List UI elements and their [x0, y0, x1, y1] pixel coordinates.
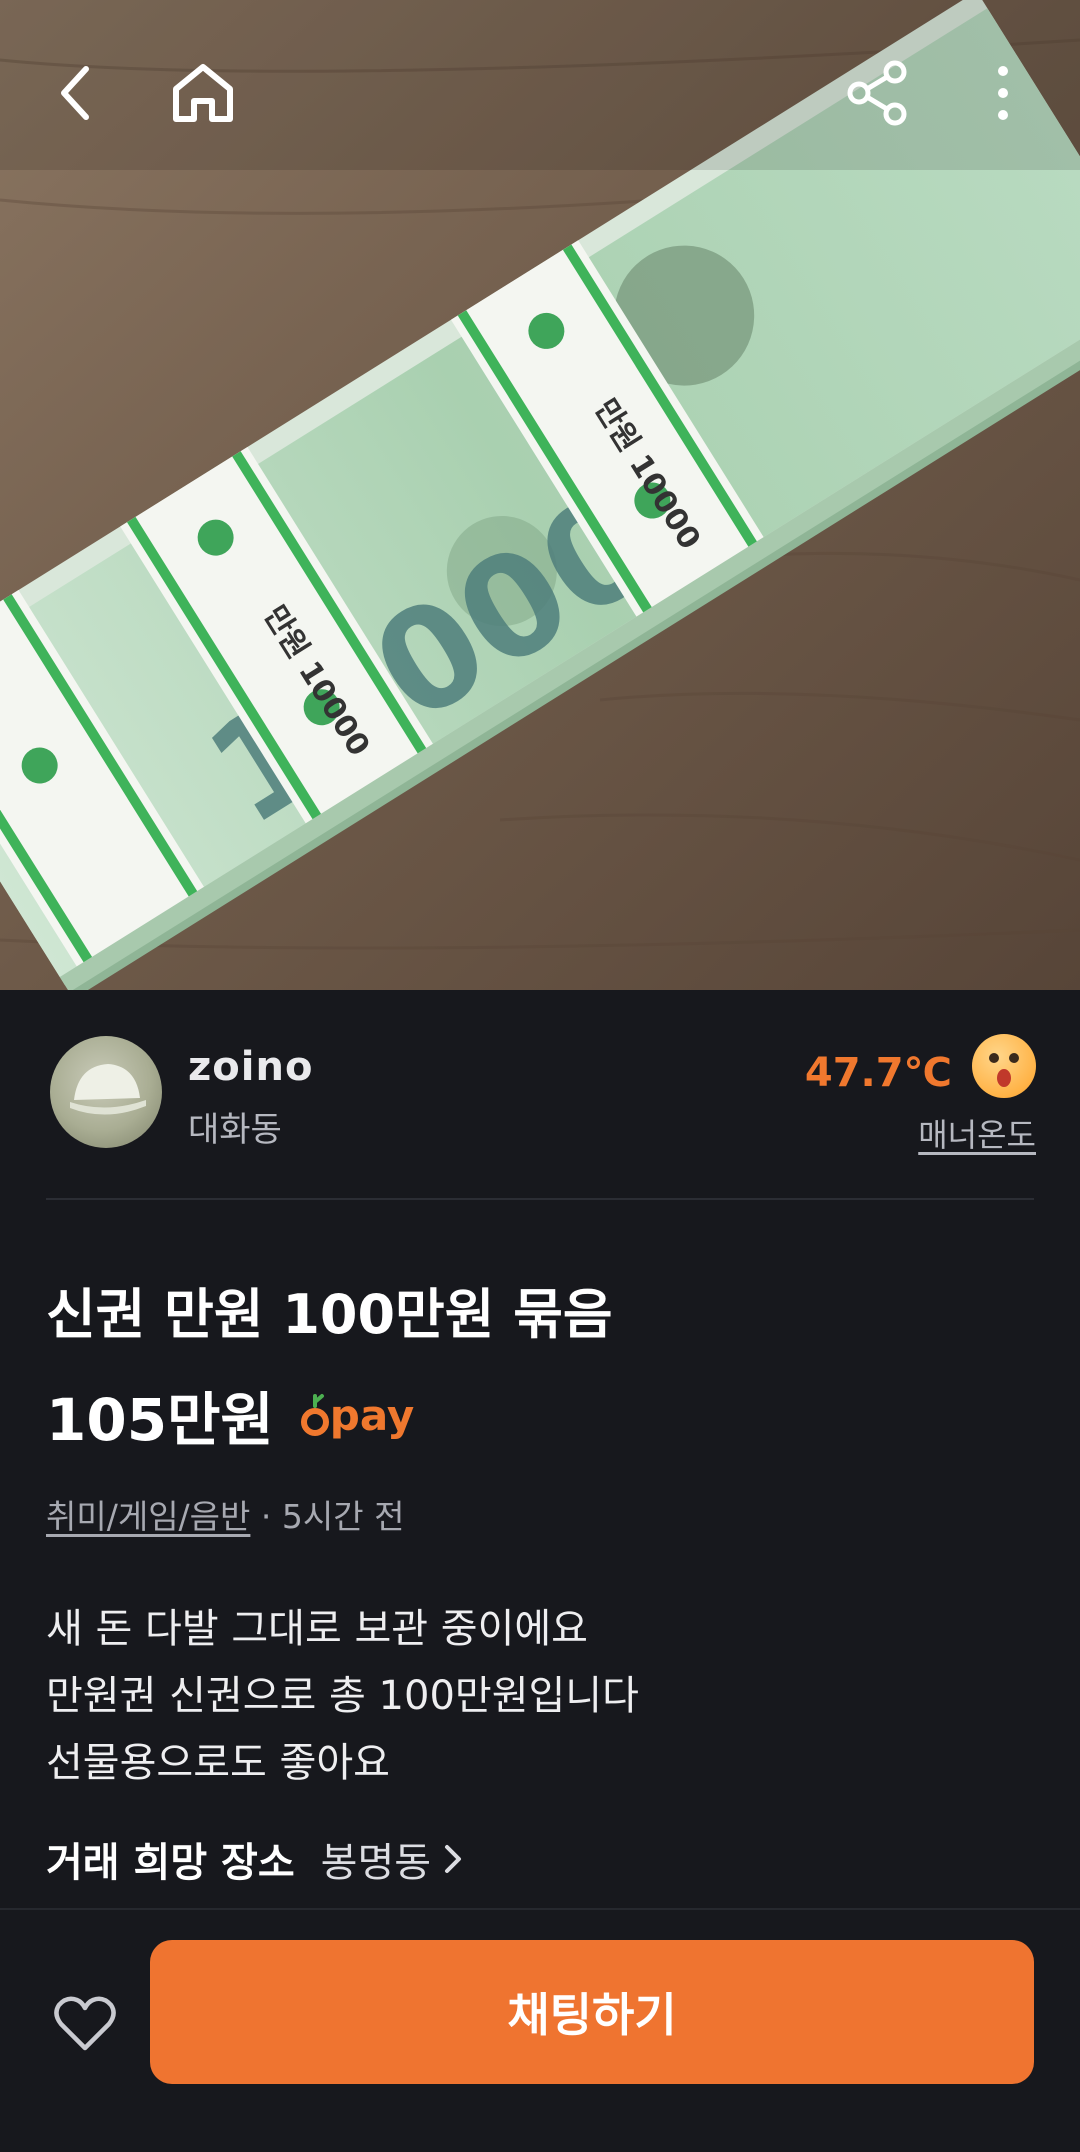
- pay-label: pay: [329, 1390, 415, 1440]
- description-line: 선물용으로도 좋아요: [46, 1740, 390, 1786]
- posted-time: · 5시간 전: [260, 1497, 405, 1536]
- product-photo[interactable]: 10000 만원 10000 만원 10000: [0, 0, 1080, 990]
- product-meta: 취미/게임/음반 · 5시간 전: [46, 1490, 404, 1538]
- trade-place-row[interactable]: 거래 희망 장소 봉명동: [46, 1830, 465, 1888]
- temperature-label[interactable]: 매너온도: [918, 1110, 1036, 1156]
- home-icon[interactable]: [158, 48, 248, 138]
- chat-button[interactable]: 채팅하기: [150, 1940, 1034, 2084]
- like-button[interactable]: [40, 1978, 130, 2068]
- trade-place-value[interactable]: 봉명동: [321, 1830, 431, 1888]
- product-price: 105만원: [46, 1386, 274, 1454]
- manner-temperature[interactable]: 47.7℃ 매너온도: [736, 1030, 1036, 1160]
- seller-location: 대화동: [188, 1110, 282, 1150]
- seller-profile[interactable]: zoino 대화동 47.7℃ 매너온도: [46, 1030, 1036, 1160]
- back-arrow-icon[interactable]: [32, 48, 122, 138]
- chevron-right-icon: [445, 1845, 462, 1873]
- temperature-value: 47.7℃: [804, 1050, 952, 1096]
- price-row: 105만원 pay: [46, 1380, 415, 1454]
- top-navigation-bar: [0, 0, 1080, 190]
- cap-avatar-image: [70, 1064, 146, 1115]
- share-icon[interactable]: [833, 48, 923, 138]
- heart-icon: [54, 1996, 116, 2051]
- description-line: 새 돈 다발 그대로 보관 중이에요: [46, 1606, 588, 1652]
- divider: [46, 1198, 1034, 1200]
- carrot-icon: [300, 1394, 329, 1436]
- product-description: 새 돈 다발 그대로 보관 중이에요 만원권 신권으로 총 100만원입니다 선…: [46, 1596, 639, 1797]
- category-link[interactable]: 취미/게임/음반: [46, 1497, 250, 1536]
- more-vertical-icon[interactable]: [958, 48, 1048, 138]
- seller-name: zoino: [188, 1044, 314, 1090]
- bottom-action-bar: 채팅하기: [0, 1908, 1080, 2152]
- surprised-face-icon: [972, 1034, 1036, 1098]
- description-line: 만원권 신권으로 총 100만원입니다: [46, 1673, 639, 1719]
- avatar[interactable]: [50, 1036, 162, 1148]
- product-title: 신권 만원 100만원 묶음: [46, 1283, 613, 1346]
- pay-badge: pay: [300, 1390, 415, 1440]
- trade-place-label: 거래 희망 장소: [46, 1840, 295, 1886]
